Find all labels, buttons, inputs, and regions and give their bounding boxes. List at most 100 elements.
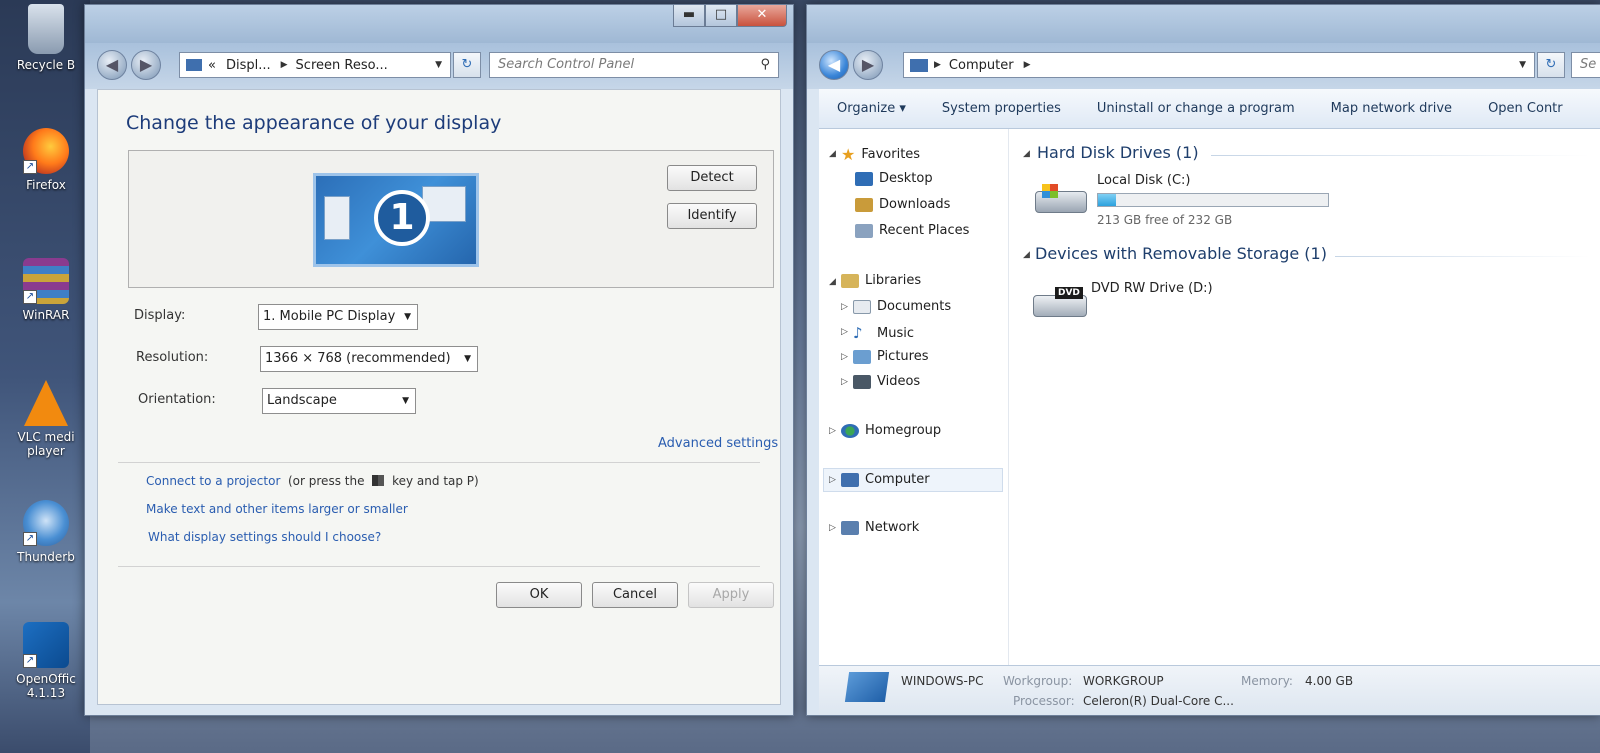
address-dropdown-icon[interactable]: ▼ [1519,60,1526,70]
expand-arrow-icon[interactable]: ▷ [841,377,848,387]
nav-favorites[interactable]: ★ Favorites [841,145,920,164]
expand-arrow-icon[interactable]: ▷ [841,352,848,362]
chevron-down-icon: ▼ [404,312,411,322]
collapse-arrow-icon[interactable]: ◢ [1023,250,1030,260]
shortcut-arrow-icon: ↗ [23,532,37,546]
display-select[interactable]: 1. Mobile PC Display ▼ [258,304,418,330]
uninstall-program-button[interactable]: Uninstall or change a program [1079,101,1313,116]
computer-large-icon [844,672,890,702]
homegroup-icon [841,423,859,438]
identify-button[interactable]: Identify [667,203,757,229]
processor-value: Celeron(R) Dual-Core C... [1083,694,1234,708]
advanced-settings-link[interactable]: Advanced settings [658,436,778,451]
expand-arrow-icon[interactable]: ▷ [841,327,848,337]
nav-recent-places[interactable]: Recent Places [855,223,969,238]
ok-button[interactable]: OK [496,582,582,608]
resolution-label: Resolution: [136,350,209,365]
back-button[interactable]: ◀ [819,50,849,80]
desktop-icon-label: Recycle B [16,58,76,72]
display-settings-help-link[interactable]: What display settings should I choose? [148,530,381,544]
nav-pictures[interactable]: Pictures [853,349,928,364]
apply-button[interactable]: Apply [688,582,774,608]
maximize-button[interactable]: □ [705,5,737,27]
dvd-drive-item[interactable]: DVD DVD RW Drive (D:) [1029,277,1289,333]
local-disk-usage-bar [1097,193,1329,207]
expand-arrow-icon[interactable]: ▷ [829,426,836,436]
orientation-label: Orientation: [138,392,216,407]
nav-documents[interactable]: Documents [853,299,951,314]
forward-arrow-icon: ▶ [861,55,875,74]
search-input[interactable]: Se [1571,52,1600,78]
expand-arrow-icon[interactable]: ▷ [841,302,848,312]
expand-arrow-icon[interactable]: ▷ [829,475,836,485]
monitor-1[interactable]: 1 [313,173,479,267]
monitor-number: 1 [374,190,430,246]
shortcut-arrow-icon: ↗ [23,654,37,668]
detect-button[interactable]: Detect [667,165,757,191]
connect-projector-link[interactable]: Connect to a projector [146,474,280,488]
forward-button[interactable]: ▶ [131,50,161,80]
address-bar[interactable]: ▶ Computer ▶ ▼ [903,52,1535,78]
close-button[interactable]: ✕ [737,5,787,27]
desktop-icon-thunderbird[interactable]: ↗ Thunderb [6,500,86,564]
removable-storage-header[interactable]: Devices with Removable Storage (1) [1035,244,1327,263]
desktop-icon-recycle-bin[interactable]: Recycle B [6,4,86,72]
winrar-icon: ↗ [23,258,69,304]
shortcut-arrow-icon: ↗ [23,160,37,174]
minimize-button[interactable]: ▬ [673,5,705,27]
vlc-icon [24,380,68,426]
hard-disk-drives-header[interactable]: Hard Disk Drives (1) [1037,143,1199,162]
title-bar[interactable]: ▬ □ ✕ [85,5,793,43]
processor-label: Processor: [1013,694,1075,708]
breadcrumb-screen-resolution[interactable]: Screen Reso... [296,58,388,73]
address-bar[interactable]: « Displ... ▶ Screen Reso... ▼ [179,52,451,78]
desktop-icon-winrar[interactable]: ↗ WinRAR [6,258,86,322]
search-input[interactable]: Search Control Panel ⚲ [489,52,779,78]
projector-hint: (or press the key and tap P) [288,474,479,488]
desktop-icon-firefox[interactable]: ↗ Firefox [6,128,86,192]
nav-desktop[interactable]: Desktop [855,171,933,186]
refresh-button[interactable]: ↻ [453,52,481,78]
title-bar[interactable] [807,5,1600,43]
back-button[interactable]: ◀ [97,50,127,80]
map-network-drive-button[interactable]: Map network drive [1313,101,1470,116]
organize-button[interactable]: Organize ▾ [819,101,924,116]
display-select-value: 1. Mobile PC Display [263,309,396,324]
control-panel-content: Change the appearance of your display 1 … [97,89,781,705]
projector-hint-start: (or press the [288,474,365,488]
search-placeholder: Search Control Panel [498,57,635,72]
expand-arrow-icon[interactable]: ▷ [829,523,836,533]
recent-places-icon [855,223,873,238]
desktop-icon-label: OpenOffic 4.1.13 [16,672,76,700]
nav-libraries[interactable]: Libraries [841,273,921,288]
nav-homegroup[interactable]: Homegroup [841,423,941,438]
search-icon[interactable]: ⚲ [760,53,770,77]
orientation-select[interactable]: Landscape ▼ [262,388,416,414]
collapse-arrow-icon[interactable]: ◢ [829,149,836,159]
desktop-icon-vlc[interactable]: VLC medi player [6,380,86,458]
system-properties-button[interactable]: System properties [924,101,1079,116]
desktop-icon-openoffice[interactable]: ↗ OpenOffic 4.1.13 [6,622,86,700]
chevron-down-icon: ▼ [402,396,409,406]
address-dropdown-icon[interactable]: ▼ [435,60,442,70]
local-disk-item[interactable]: Local Disk (C:) 213 GB free of 232 GB [1029,173,1339,229]
forward-button[interactable]: ▶ [853,50,883,80]
resolution-select[interactable]: 1366 × 768 (recommended) ▼ [260,346,478,372]
network-icon [841,520,859,535]
nav-videos[interactable]: Videos [853,374,920,389]
memory-label: Memory: [1241,674,1293,688]
cancel-button[interactable]: Cancel [592,582,678,608]
nav-label: Downloads [879,197,951,212]
collapse-arrow-icon[interactable]: ◢ [1023,149,1030,159]
refresh-button[interactable]: ↻ [1537,52,1565,78]
text-size-link[interactable]: Make text and other items larger or smal… [146,502,408,516]
breadcrumb-computer[interactable]: Computer [949,58,1014,73]
nav-downloads[interactable]: Downloads [855,197,950,212]
nav-computer[interactable]: Computer [841,472,930,487]
open-control-panel-button[interactable]: Open Contr [1470,101,1581,116]
breadcrumb-prefix[interactable]: « [208,58,216,73]
breadcrumb-display[interactable]: Displ... [226,58,271,73]
collapse-arrow-icon[interactable]: ◢ [829,277,836,287]
nav-music[interactable]: ♪ Music [853,324,914,342]
nav-network[interactable]: Network [841,520,919,535]
